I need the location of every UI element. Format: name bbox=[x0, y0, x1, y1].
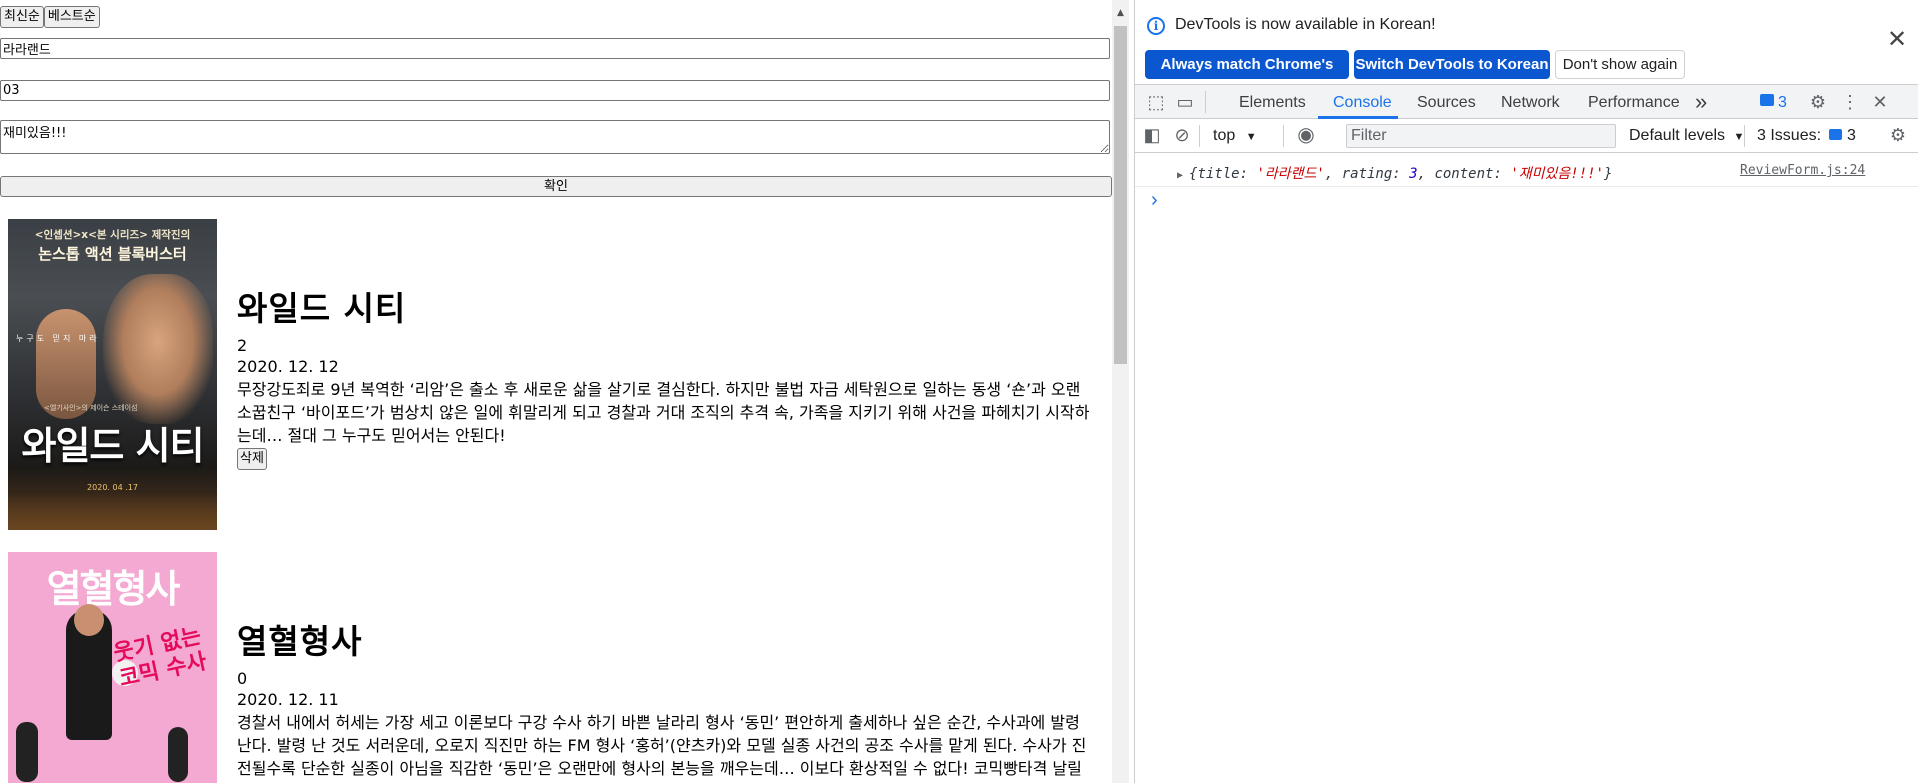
title-input[interactable] bbox=[0, 38, 1110, 59]
context-label: top bbox=[1213, 127, 1236, 144]
log-string-value: '재미있음!!!' bbox=[1510, 166, 1604, 182]
tab-sources[interactable]: Sources bbox=[1417, 94, 1476, 112]
movie-rating: 2 bbox=[237, 336, 248, 355]
context-selector[interactable]: top ▼ bbox=[1213, 127, 1257, 145]
movie-description: 경찰서 내에서 허세는 가장 세고 이론보다 구강 수사 하기 바쁜 날라리 형… bbox=[237, 713, 1087, 783]
sort-best-button[interactable]: 베스트순 bbox=[43, 6, 100, 28]
movie-title: 열혈형사 bbox=[237, 622, 363, 661]
log-number-value: 3 bbox=[1409, 166, 1418, 182]
movie-info: 와일드 시티 2 2020. 12. 12 무장강도죄로 9년 복역한 ‘리암’… bbox=[237, 289, 1099, 530]
close-icon[interactable]: ✕ bbox=[1887, 28, 1907, 52]
close-devtools-icon[interactable]: ✕ bbox=[1869, 91, 1891, 113]
log-string-value: '라라랜드' bbox=[1256, 166, 1325, 182]
log-text: } bbox=[1603, 166, 1613, 182]
device-toolbar-icon[interactable]: ▭ bbox=[1174, 91, 1196, 113]
switch-to-korean-button[interactable]: Switch DevTools to Korean bbox=[1354, 50, 1550, 79]
issues-count: 3 bbox=[1846, 127, 1856, 144]
movie-item: 열혈형사 웃기 없는 코믹 수사 열혈형사 0 2020. 12. 11 경찰서… bbox=[8, 552, 1112, 783]
poster-tagline: <인셉션>x<본 시리즈> 제작진의 bbox=[34, 229, 191, 241]
devtools-panel: i DevTools is now available in Korean! ✕… bbox=[1134, 0, 1918, 783]
issues-counter[interactable]: 3 Issues: 3 bbox=[1757, 127, 1856, 145]
movie-info: 열혈형사 0 2020. 12. 11 경찰서 내에서 허세는 가장 세고 이론… bbox=[237, 622, 1099, 783]
issues-badge-count[interactable]: 3 bbox=[1778, 94, 1787, 112]
issues-label: 3 Issues: bbox=[1757, 127, 1822, 144]
log-text: {title: bbox=[1189, 166, 1257, 182]
console-output: ▶ {title: '라라랜드', rating: 3, content: '재미… bbox=[1135, 153, 1918, 783]
expand-arrow-icon[interactable]: ▶ bbox=[1177, 170, 1183, 181]
poster-headline: 논스톱 액션 블록버스터 bbox=[38, 245, 187, 263]
content-textarea[interactable]: 재미있음!!! bbox=[0, 120, 1110, 154]
poster-big-title: 열혈형사 bbox=[46, 567, 181, 611]
console-toolbar: ◧ ⊘ top ▼ ◉ Filter Default levels ▼ 3 Is… bbox=[1135, 119, 1918, 153]
poster-big-title: 와일드 시티 bbox=[21, 424, 204, 468]
scrollbar-thumb[interactable] bbox=[1114, 26, 1127, 364]
movie-date: 2020. 12. 12 bbox=[237, 357, 339, 376]
movie-item: <인셉션>x<본 시리즈> 제작진의 논스톱 액션 블록버스터 누구도 믿지 마… bbox=[8, 219, 1112, 530]
movie-description: 무장강도죄로 9년 복역한 ‘리암’은 출소 후 새로운 삶을 살기로 결심한다… bbox=[237, 380, 1090, 445]
more-options-icon[interactable]: ⋮ bbox=[1839, 91, 1861, 113]
sidebar-toggle-icon[interactable]: ◧ bbox=[1141, 124, 1163, 146]
console-settings-gear-icon[interactable]: ⚙ bbox=[1887, 124, 1909, 146]
dont-show-again-button[interactable]: Don't show again bbox=[1555, 50, 1685, 79]
submit-button[interactable]: 확인 bbox=[0, 176, 1112, 197]
movie-rating: 0 bbox=[237, 669, 248, 688]
info-icon: i bbox=[1147, 17, 1165, 35]
message-icon bbox=[1829, 129, 1843, 140]
poster-credits: <엘기사인>의 제이슨 스테이섬 bbox=[44, 404, 138, 412]
always-match-language-button[interactable]: Always match Chrome's language bbox=[1145, 50, 1349, 102]
log-levels-dropdown[interactable]: Default levels ▼ bbox=[1629, 127, 1744, 145]
console-log-entry[interactable]: ▶ {title: '라라랜드', rating: 3, content: '재미… bbox=[1177, 163, 1612, 183]
movie-title: 와일드 시티 bbox=[237, 289, 407, 328]
devtools-tabbar: ⬚ ▭ Elements Console Sources Network Per… bbox=[1135, 84, 1918, 119]
log-levels-label: Default levels bbox=[1629, 127, 1726, 144]
live-expression-eye-icon[interactable]: ◉ bbox=[1295, 124, 1317, 146]
page-scrollbar[interactable]: ▲ bbox=[1112, 0, 1129, 783]
clear-console-icon[interactable]: ⊘ bbox=[1171, 124, 1193, 146]
poster-slogan: 웃기 없는 코믹 수사 bbox=[111, 623, 209, 693]
console-prompt-icon[interactable]: › bbox=[1151, 189, 1158, 212]
tab-performance[interactable]: Performance bbox=[1588, 94, 1680, 112]
dropdown-arrow-icon: ▼ bbox=[1733, 131, 1745, 143]
language-banner: i DevTools is now available in Korean! ✕… bbox=[1135, 0, 1918, 102]
log-text: , rating: bbox=[1324, 166, 1410, 182]
inspect-element-icon[interactable]: ⬚ bbox=[1145, 91, 1167, 113]
rating-input[interactable] bbox=[0, 80, 1110, 101]
banner-message: DevTools is now available in Korean! bbox=[1175, 16, 1436, 33]
log-text: , content: bbox=[1417, 166, 1511, 182]
poster-side-text: 누구도 믿지 마라 bbox=[16, 334, 100, 343]
tab-elements[interactable]: Elements bbox=[1239, 94, 1306, 112]
more-tabs-icon[interactable]: » bbox=[1695, 89, 1707, 115]
log-source-link[interactable]: ReviewForm.js:24 bbox=[1740, 163, 1865, 178]
filter-input[interactable]: Filter bbox=[1346, 124, 1616, 148]
sort-latest-button[interactable]: 최신순 bbox=[0, 6, 44, 28]
movie-poster: <인셉션>x<본 시리즈> 제작진의 논스톱 액션 블록버스터 누구도 믿지 마… bbox=[8, 219, 217, 530]
delete-button[interactable]: 삭제 bbox=[237, 448, 267, 470]
tab-network[interactable]: Network bbox=[1501, 94, 1560, 112]
message-icon bbox=[1760, 94, 1774, 106]
tab-console[interactable]: Console bbox=[1333, 94, 1392, 112]
sort-bar: 최신순 베스트순 bbox=[0, 6, 100, 30]
settings-gear-icon[interactable]: ⚙ bbox=[1807, 91, 1829, 113]
review-page: 최신순 베스트순 재미있음!!! 확인 <인셉션>x<본 시리즈> 제작진의 논… bbox=[0, 0, 1112, 783]
scroll-up-arrow-icon[interactable]: ▲ bbox=[1112, 8, 1129, 20]
dropdown-arrow-icon: ▼ bbox=[1245, 131, 1257, 143]
movie-poster: 열혈형사 웃기 없는 코믹 수사 bbox=[8, 552, 217, 783]
movie-date: 2020. 12. 11 bbox=[237, 690, 339, 709]
